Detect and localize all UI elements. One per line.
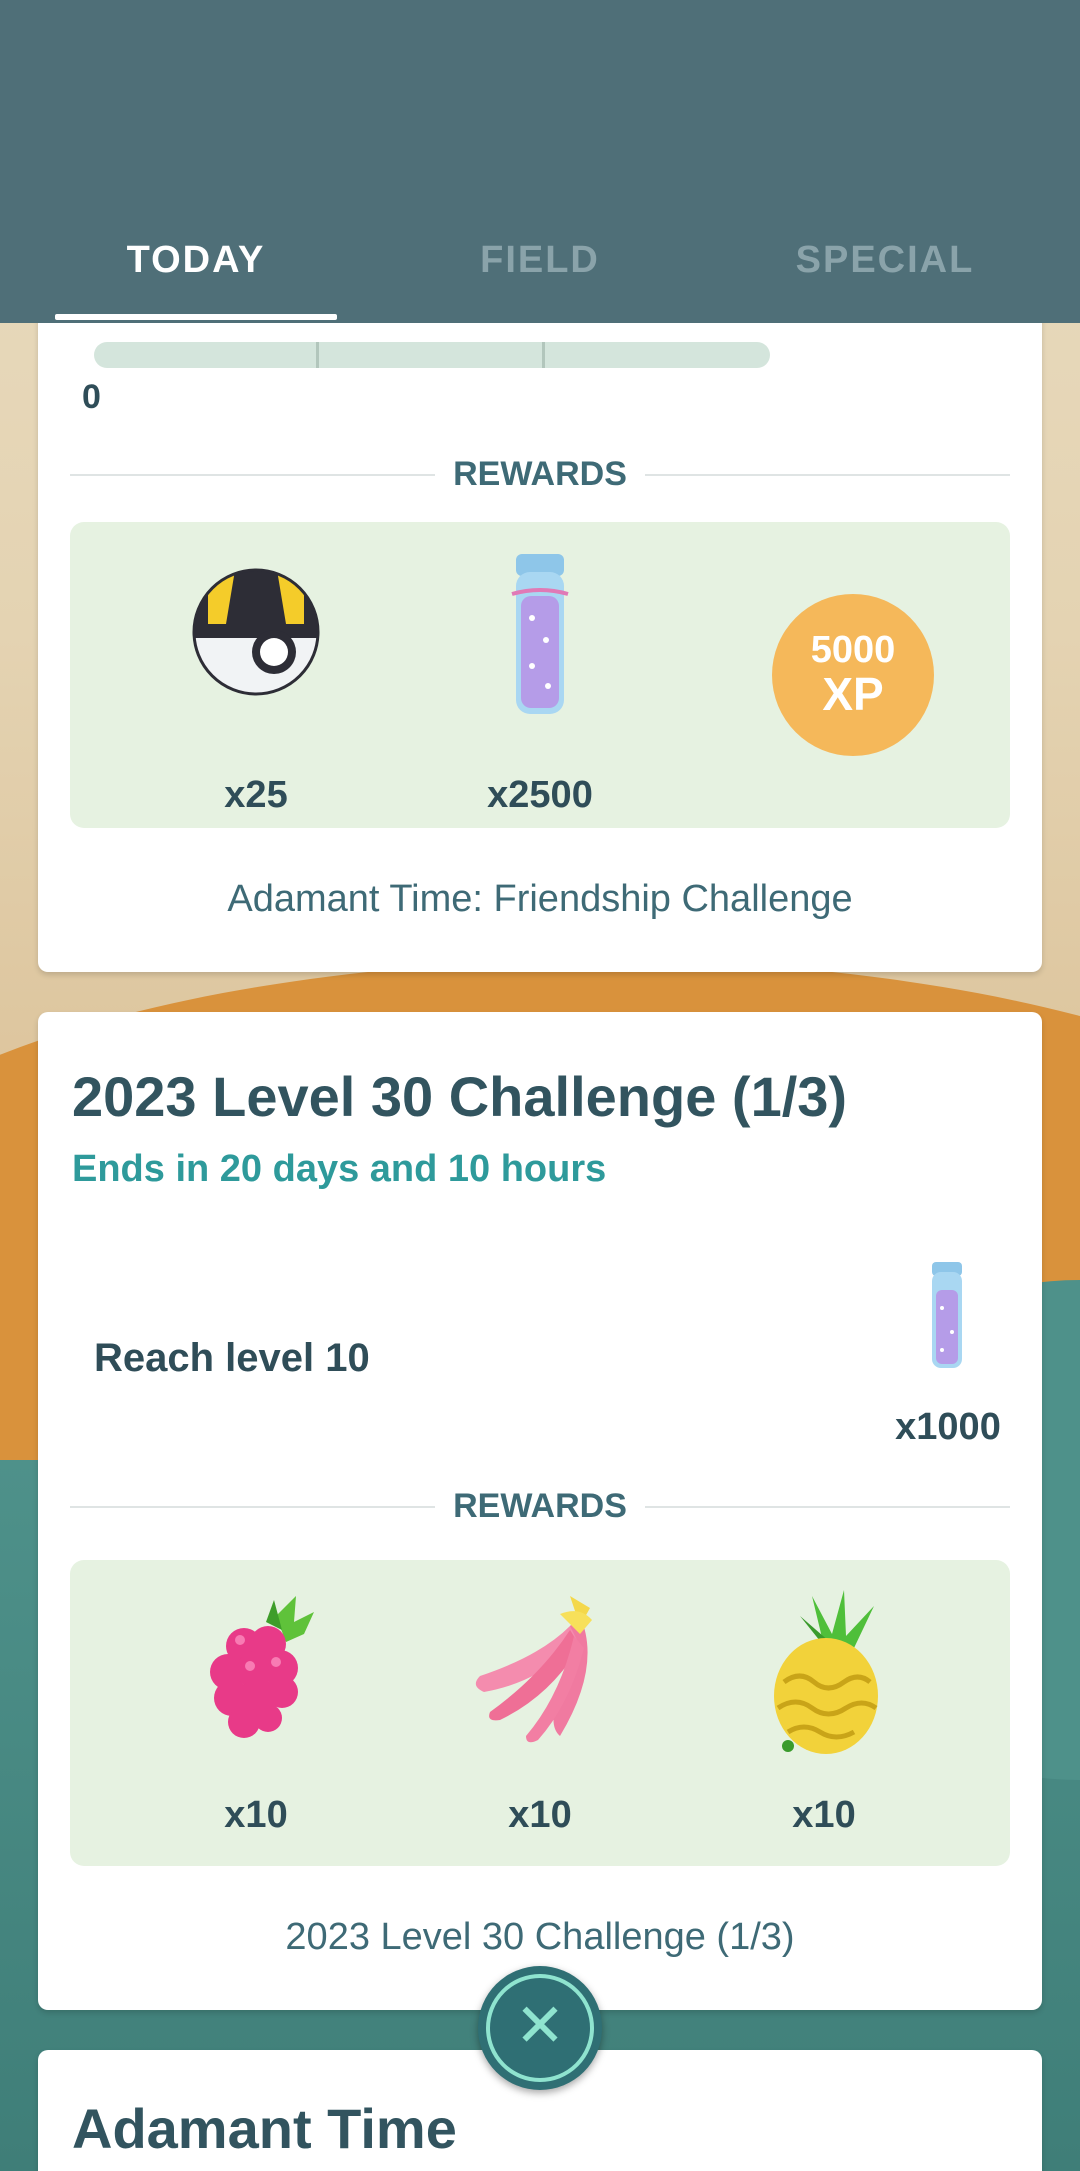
razz-berry-icon — [210, 1596, 314, 1738]
task-reward-qty: x1000 — [895, 1406, 1001, 1448]
progress-bar — [94, 342, 770, 368]
task-label: Reach level 10 — [94, 1336, 370, 1380]
reward-ultra-ball: x25 — [136, 564, 376, 816]
close-button[interactable]: ✕ — [478, 1966, 602, 2090]
card-footer-title: Adamant Time: Friendship Challenge — [227, 878, 853, 920]
nanab-berry-icon — [475, 1596, 592, 1743]
rewards-divider: REWARDS — [70, 454, 1010, 494]
reward-nanab-berry: x10 — [420, 1586, 660, 1836]
reward-stardust: x2500 — [420, 548, 660, 816]
rewards-heading: REWARDS — [453, 455, 627, 493]
tab-field[interactable]: FIELD — [400, 230, 680, 290]
ultra-ball-icon — [192, 568, 320, 696]
reward-qty: x25 — [224, 774, 288, 816]
rewards-box: x25 x2500 5000 XP — [70, 522, 1010, 828]
tab-today[interactable]: TODAY — [55, 230, 337, 290]
card-title: 2023 Level 30 Challenge (1/3) — [72, 1065, 848, 1128]
rewards-divider: REWARDS — [70, 1486, 1010, 1526]
active-tab-indicator — [55, 314, 337, 320]
reward-qty: x10 — [792, 1794, 856, 1836]
xp-coin-icon: 5000 XP — [772, 594, 934, 756]
tab-header: TODAY FIELD SPECIAL — [0, 0, 1080, 323]
card-title: Adamant Time — [72, 2097, 457, 2160]
research-card-level-challenge[interactable]: 2023 Level 30 Challenge (1/3) Ends in 20… — [38, 1012, 1042, 2010]
card-time-remaining: Ends in 20 days and 10 hours — [72, 1148, 607, 1190]
research-card-friendship: 0 XP REWARDS x25 — [38, 250, 1042, 972]
reward-razz-berry: x10 — [136, 1586, 376, 1836]
rewards-heading: REWARDS — [453, 1487, 627, 1525]
stardust-icon — [511, 554, 569, 714]
rewards-box: x10 x10 x10 — [70, 1560, 1010, 1866]
reward-qty: x2500 — [487, 774, 593, 816]
close-icon: ✕ — [514, 1991, 566, 2061]
reward-qty: x10 — [224, 1794, 288, 1836]
task-reward: x1000 — [878, 1262, 1018, 1448]
progress-start-label: 0 — [82, 378, 101, 416]
card-footer-title: 2023 Level 30 Challenge (1/3) — [285, 1916, 795, 1958]
pinap-berry-icon — [774, 1590, 878, 1754]
reward-pinap-berry: x10 — [704, 1586, 944, 1836]
tab-special[interactable]: SPECIAL — [745, 230, 1025, 290]
stardust-icon — [932, 1262, 962, 1368]
reward-qty: x10 — [508, 1794, 572, 1836]
